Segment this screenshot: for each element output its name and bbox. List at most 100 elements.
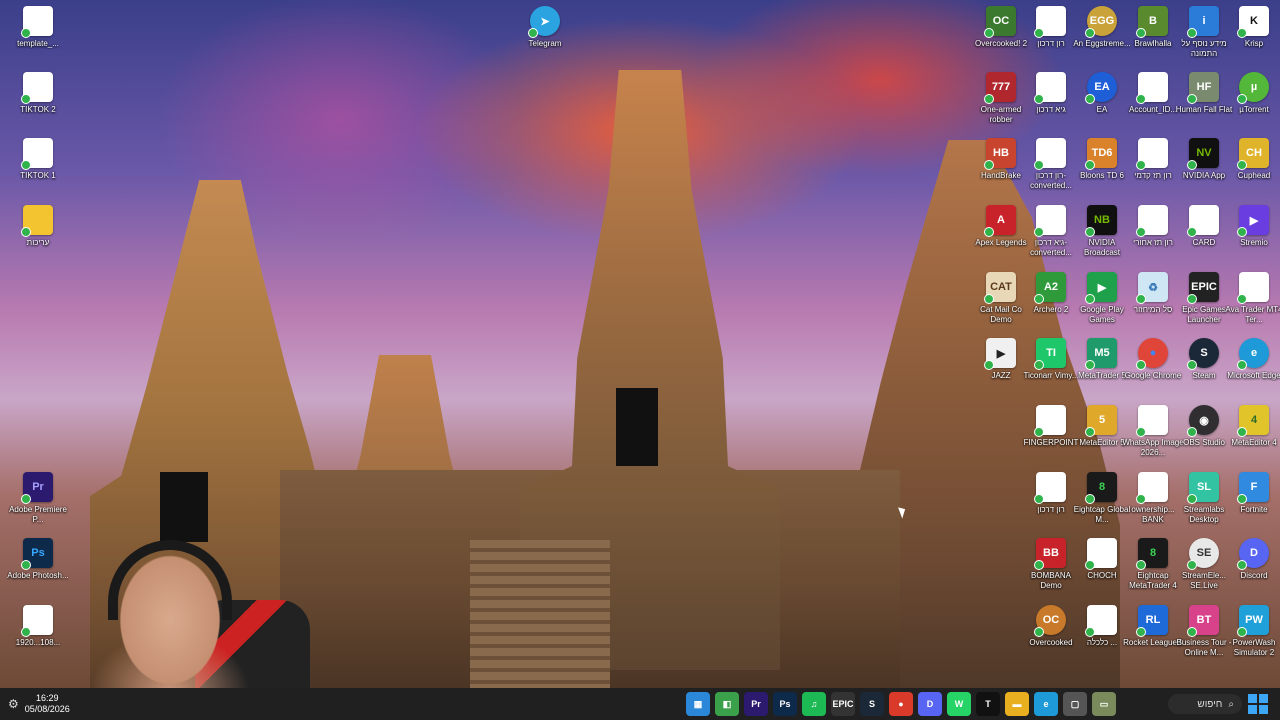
icon-glyph: i: [1202, 15, 1206, 27]
desktop-icon-label: Stremio: [1240, 238, 1268, 247]
icon-glyph: RL: [1145, 614, 1161, 626]
desktop-icon[interactable]: µ µTorrent: [1222, 72, 1280, 138]
whatsapp-icon[interactable]: W: [947, 692, 971, 716]
photoshop-icon[interactable]: Ps: [773, 692, 797, 716]
sync-check-icon: [1237, 28, 1247, 38]
spotify-icon[interactable]: ♫: [802, 692, 826, 716]
sync-check-icon: [1136, 427, 1146, 437]
game-thumbnail-icon[interactable]: ▭: [1092, 692, 1116, 716]
phone-link-icon[interactable]: ◧: [715, 692, 739, 716]
desktop-icon[interactable]: Pr Adobe Premiere P...: [6, 472, 70, 538]
sync-check-icon: [984, 28, 994, 38]
taskbar-app-glyph: EPIC: [832, 699, 854, 709]
sync-check-icon: [1136, 627, 1146, 637]
sync-check-icon: [1237, 294, 1247, 304]
taskbar: ⚙ 16:29 05/08/2026 ▦ ◧ Pr Ps ♫ EPIC S ● D W T ▬ e ▢ ▭ …: [0, 688, 1280, 720]
sync-check-icon: [21, 560, 31, 570]
app-icon: 4: [1237, 405, 1269, 437]
sync-check-icon: [1085, 160, 1095, 170]
icon-glyph: PDF: [1142, 81, 1164, 93]
icon-glyph: ◉: [1199, 414, 1209, 427]
document-icon: [21, 138, 53, 170]
desktop-icon-label: Microsoft Edge: [1227, 371, 1280, 380]
app-icon: BB: [1034, 538, 1066, 570]
start-button[interactable]: [1248, 694, 1268, 714]
desktop-icon[interactable]: ➤ Telegram: [513, 6, 577, 72]
chrome-icon[interactable]: ●: [889, 692, 913, 716]
app-icon: SE: [1187, 538, 1219, 570]
sync-check-icon: [1034, 160, 1044, 170]
document-icon: [1136, 138, 1168, 170]
steam-icon[interactable]: S: [860, 692, 884, 716]
desktop-icon-label: MetaEditor 4: [1231, 438, 1277, 447]
desktop-icon[interactable]: 4 MetaEditor 4: [1222, 405, 1280, 471]
folder-icon: [21, 205, 53, 237]
desktop-icon-label: PowerWash Simulator 2: [1232, 638, 1276, 657]
file-explorer-icon[interactable]: ▬: [1005, 692, 1029, 716]
temple-stairs: [470, 540, 610, 688]
app-icon: CAT: [984, 272, 1016, 304]
premiere-icon[interactable]: Pr: [744, 692, 768, 716]
sync-check-icon: [1034, 427, 1044, 437]
desktop-icon[interactable]: ▶ Stremio: [1222, 205, 1280, 271]
tiktok-icon[interactable]: T: [976, 692, 1000, 716]
calculator-icon[interactable]: ▦: [686, 692, 710, 716]
desktop-icon[interactable]: Ps Adobe Photosh...: [6, 538, 70, 604]
app-icon: OC: [1034, 605, 1066, 637]
icon-glyph: SL: [1196, 481, 1212, 493]
desktop-icon-label: TIKTOK 1: [20, 171, 56, 180]
desktop-icon[interactable]: TOOL template_...: [6, 6, 70, 72]
desktop-icon[interactable]: e Microsoft Edge: [1222, 338, 1280, 404]
temple-doorway: [160, 472, 208, 542]
gear-icon[interactable]: ⚙: [8, 697, 19, 711]
icon-glyph: F: [1250, 481, 1258, 493]
app-icon: ▶: [1085, 272, 1117, 304]
app-icon: Ps: [21, 538, 53, 570]
taskbar-app-glyph: ●: [898, 699, 904, 709]
discord-icon[interactable]: D: [918, 692, 942, 716]
desktop-icon-label: עריכות: [26, 238, 50, 247]
sync-check-icon: [1085, 28, 1095, 38]
desktop-icon[interactable]: F Fortnite: [1222, 472, 1280, 538]
epic-games-icon[interactable]: EPIC: [831, 692, 855, 716]
icon-glyph: 8: [1149, 547, 1157, 559]
sync-check-icon: [1034, 227, 1044, 237]
icon-glyph: ▶: [1097, 281, 1107, 294]
sync-check-icon: [1034, 360, 1044, 370]
desktop-icon[interactable]: 1920...108...: [6, 605, 70, 671]
icon-glyph: D: [1250, 547, 1258, 559]
icon-glyph: 8: [1098, 481, 1106, 493]
app-icon: 5: [1085, 405, 1117, 437]
sync-check-icon: [1187, 427, 1197, 437]
taskbar-app-glyph: ▭: [1099, 698, 1109, 709]
clock[interactable]: 16:29 05/08/2026: [25, 693, 70, 715]
search-icon: ⌕: [1228, 698, 1234, 710]
search-box[interactable]: חיפוש ⌕: [1168, 694, 1242, 714]
edge-icon[interactable]: e: [1034, 692, 1058, 716]
sync-check-icon: [1136, 294, 1146, 304]
taskbar-app-glyph: W: [954, 699, 964, 709]
app-window-icon[interactable]: ▢: [1063, 692, 1087, 716]
desktop-icon-label: 1920...108...: [15, 638, 61, 647]
clock-date: 05/08/2026: [24, 704, 70, 714]
app-icon: EPIC: [1187, 272, 1219, 304]
icon-glyph: BB: [1043, 547, 1059, 559]
desktop-icon[interactable]: TIKTOK 1: [6, 138, 70, 204]
sync-check-icon: [1187, 28, 1197, 38]
sync-check-icon: [1237, 494, 1247, 504]
desktop-icon[interactable]: K Krisp: [1222, 6, 1280, 72]
desktop-icon[interactable]: Ava Trader MT4 Ter...: [1222, 272, 1280, 338]
document-icon: [1034, 72, 1066, 104]
desktop-icon[interactable]: CH Cuphead: [1222, 138, 1280, 204]
sync-check-icon: [1237, 627, 1247, 637]
desktop-icon[interactable]: עריכות: [6, 205, 70, 271]
sync-check-icon: [1237, 160, 1247, 170]
desktop-icon[interactable]: TIKTOK 2: [6, 72, 70, 138]
app-icon: TD6: [1085, 138, 1117, 170]
sync-check-icon: [1085, 94, 1095, 104]
taskbar-app-glyph: ▦: [693, 698, 703, 709]
icon-glyph: M5: [1094, 347, 1110, 359]
icon-glyph: ♻: [1148, 281, 1158, 294]
desktop-icon[interactable]: D Discord: [1222, 538, 1280, 604]
desktop-icon[interactable]: PW PowerWash Simulator 2: [1222, 605, 1280, 671]
